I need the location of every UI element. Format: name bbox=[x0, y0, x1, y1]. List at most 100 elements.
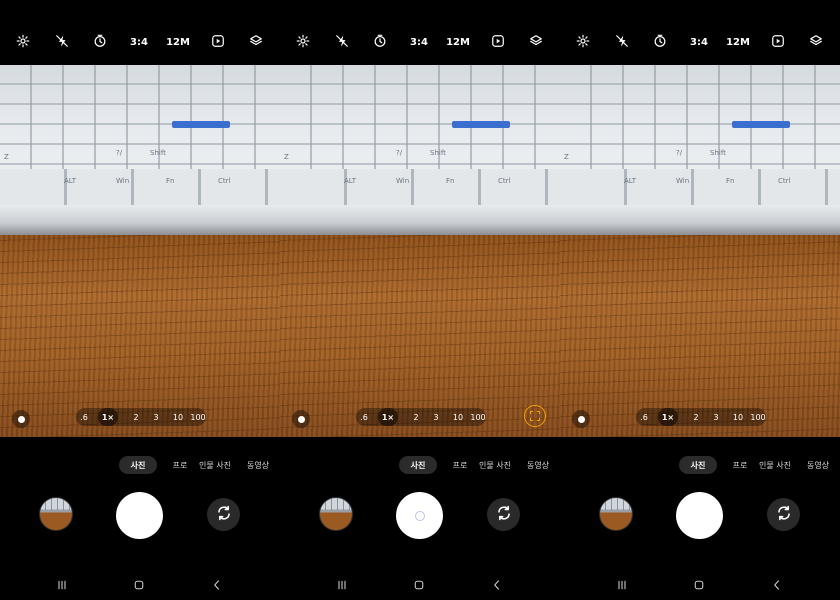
shutter-button[interactable] bbox=[676, 492, 723, 539]
gear-icon bbox=[296, 34, 310, 51]
flash-button[interactable] bbox=[330, 28, 354, 56]
zoom-level-3[interactable]: 2 bbox=[128, 408, 144, 426]
motion-photo-button[interactable] bbox=[206, 28, 230, 56]
zoom-level-5[interactable]: 10 bbox=[170, 408, 186, 426]
mode-item[interactable]: 인물 사진 bbox=[752, 456, 798, 474]
recents-button[interactable] bbox=[332, 576, 352, 594]
zoom-level-3[interactable]: 2 bbox=[688, 408, 704, 426]
mode-item[interactable]: 프로 bbox=[168, 456, 192, 474]
zoom-level-3[interactable]: 2 bbox=[408, 408, 424, 426]
zoom-level-2[interactable]: 1× bbox=[378, 408, 398, 426]
filters-button[interactable] bbox=[244, 28, 268, 56]
mode-item[interactable]: 프로 bbox=[728, 456, 752, 474]
top-toolbar: 3:4 12M bbox=[560, 28, 840, 56]
aspect-ratio-button[interactable]: 3:4 bbox=[407, 28, 431, 56]
home-icon bbox=[413, 576, 425, 595]
zoom-level-6[interactable]: 100 bbox=[190, 408, 206, 426]
mode-item[interactable]: 동영상 bbox=[246, 456, 270, 474]
timer-button[interactable] bbox=[368, 28, 392, 56]
zoom-level-6[interactable]: 100 bbox=[750, 408, 766, 426]
auto-focus-button[interactable] bbox=[524, 405, 546, 427]
scene-optimizer-button[interactable] bbox=[292, 410, 310, 428]
keyboard-key-label: Shift bbox=[150, 149, 166, 157]
zoom-level-2[interactable]: 1× bbox=[658, 408, 678, 426]
mode-photo[interactable]: 사진 bbox=[679, 456, 717, 474]
mode-item[interactable]: 동영상 bbox=[526, 456, 550, 474]
zoom-level-4[interactable]: 3 bbox=[708, 408, 724, 426]
motion-photo-icon bbox=[771, 34, 785, 51]
mode-item[interactable]: 프로 bbox=[448, 456, 472, 474]
camera-viewfinder[interactable]: ALT Win Fn Ctrl Shift Z ?/ bbox=[0, 65, 280, 437]
filters-button[interactable] bbox=[524, 28, 548, 56]
viewfinder-keyboard-image: ALT Win Fn Ctrl Shift Z ?/ bbox=[560, 65, 840, 205]
viewfinder-keyboard-image: ALT Win Fn Ctrl Shift Z ?/ bbox=[280, 65, 560, 205]
mode-item[interactable]: 인물 사진 bbox=[472, 456, 518, 474]
recents-button[interactable] bbox=[52, 576, 72, 594]
system-nav-bar bbox=[280, 576, 560, 594]
back-button[interactable] bbox=[767, 576, 787, 594]
timer-button[interactable] bbox=[648, 28, 672, 56]
keyboard-key-label: Win bbox=[676, 177, 690, 185]
settings-button[interactable] bbox=[291, 28, 315, 56]
gear-icon bbox=[576, 34, 590, 51]
switch-camera-button[interactable] bbox=[487, 498, 520, 531]
gallery-thumbnail[interactable] bbox=[39, 497, 73, 531]
resolution-button[interactable]: 12M bbox=[726, 28, 750, 56]
scene-optimizer-button[interactable] bbox=[12, 410, 30, 428]
scene-optimizer-button[interactable] bbox=[572, 410, 590, 428]
filter-layers-icon bbox=[529, 34, 543, 51]
shutter-button[interactable] bbox=[116, 492, 163, 539]
resolution-button[interactable]: 12M bbox=[166, 28, 190, 56]
switch-camera-button[interactable] bbox=[207, 498, 240, 531]
mode-item[interactable]: 동영상 bbox=[806, 456, 830, 474]
zoom-level-1[interactable]: .6 bbox=[636, 408, 652, 426]
zoom-level-6[interactable]: 100 bbox=[470, 408, 486, 426]
camera-viewfinder[interactable]: ALT Win Fn Ctrl Shift Z ?/ bbox=[280, 65, 560, 437]
mode-item[interactable]: 인물 사진 bbox=[192, 456, 238, 474]
settings-button[interactable] bbox=[571, 28, 595, 56]
motion-photo-button[interactable] bbox=[486, 28, 510, 56]
back-button[interactable] bbox=[487, 576, 507, 594]
settings-button[interactable] bbox=[11, 28, 35, 56]
shutter-button[interactable] bbox=[396, 492, 443, 539]
recents-icon bbox=[616, 576, 628, 595]
keyboard-key-label: ?/ bbox=[116, 149, 123, 157]
keyboard-key-label: Ctrl bbox=[498, 177, 511, 185]
switch-camera-button[interactable] bbox=[767, 498, 800, 531]
resolution-button[interactable]: 12M bbox=[446, 28, 470, 56]
flash-button[interactable] bbox=[610, 28, 634, 56]
camera-viewfinder[interactable]: ALT Win Fn Ctrl Shift Z ?/ bbox=[560, 65, 840, 437]
zoom-level-1[interactable]: .6 bbox=[356, 408, 372, 426]
keyboard-frame-image bbox=[280, 205, 560, 235]
gallery-thumbnail[interactable] bbox=[319, 497, 353, 531]
mode-photo[interactable]: 사진 bbox=[119, 456, 157, 474]
back-button[interactable] bbox=[207, 576, 227, 594]
home-icon bbox=[693, 576, 705, 595]
zoom-level-4[interactable]: 3 bbox=[428, 408, 444, 426]
home-button[interactable] bbox=[689, 576, 709, 594]
recents-button[interactable] bbox=[612, 576, 632, 594]
flash-button[interactable] bbox=[50, 28, 74, 56]
aspect-ratio-button[interactable]: 3:4 bbox=[687, 28, 711, 56]
zoom-level-2[interactable]: 1× bbox=[98, 408, 118, 426]
motion-photo-button[interactable] bbox=[766, 28, 790, 56]
filters-button[interactable] bbox=[804, 28, 828, 56]
keyboard-key-label: Fn bbox=[166, 177, 175, 185]
gallery-thumbnail[interactable] bbox=[599, 497, 633, 531]
home-button[interactable] bbox=[129, 576, 149, 594]
recents-icon bbox=[56, 576, 68, 595]
zoom-level-4[interactable]: 3 bbox=[148, 408, 164, 426]
zoom-level-1[interactable]: .6 bbox=[76, 408, 92, 426]
wooden-desk-image bbox=[280, 235, 560, 437]
keyboard-key-label: ?/ bbox=[676, 149, 683, 157]
keyboard-key-label: Ctrl bbox=[778, 177, 791, 185]
aspect-ratio-button[interactable]: 3:4 bbox=[127, 28, 151, 56]
keyboard-key-label: Win bbox=[116, 177, 130, 185]
flip-camera-icon bbox=[495, 504, 513, 526]
mode-photo[interactable]: 사진 bbox=[399, 456, 437, 474]
zoom-level-5[interactable]: 10 bbox=[450, 408, 466, 426]
zoom-level-5[interactable]: 10 bbox=[730, 408, 746, 426]
timer-button[interactable] bbox=[88, 28, 112, 56]
home-button[interactable] bbox=[409, 576, 429, 594]
timer-icon bbox=[653, 34, 667, 51]
